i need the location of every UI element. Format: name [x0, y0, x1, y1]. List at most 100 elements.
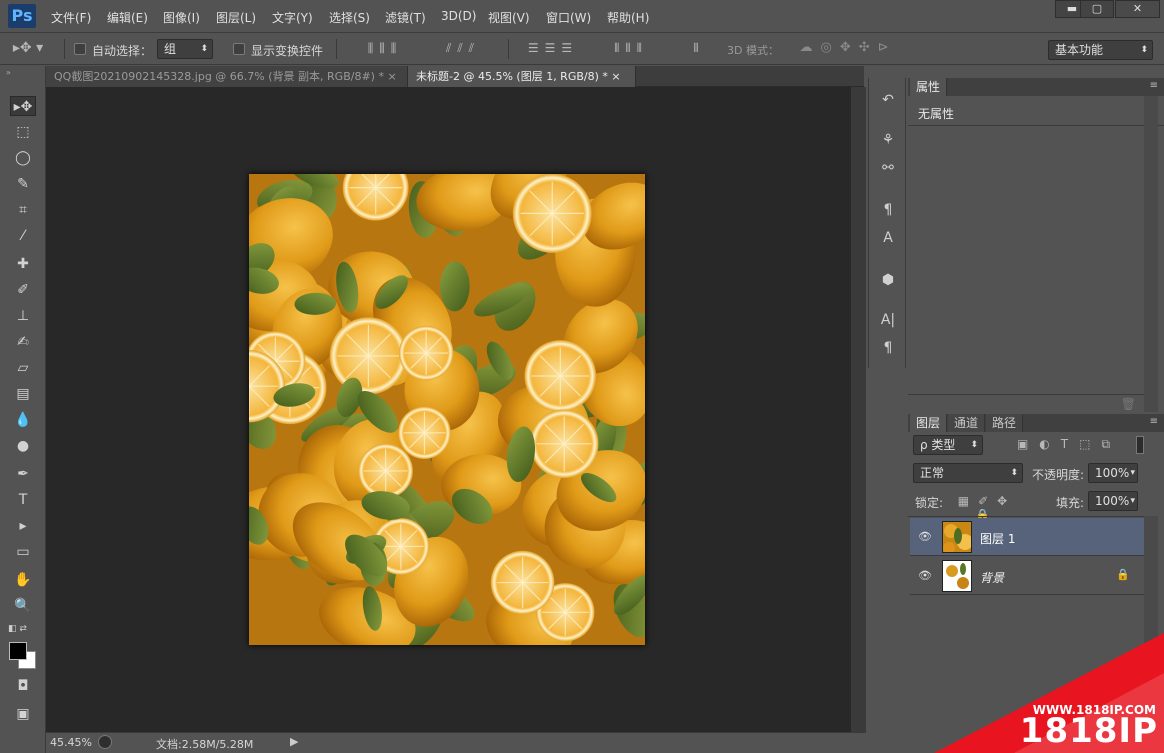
chevron-down-icon[interactable]: ▾: [1130, 464, 1135, 482]
auto-align-icon[interactable]: ⦀: [686, 41, 706, 56]
dodge-tool-icon[interactable]: ●: [10, 436, 36, 456]
quick-mask-icon[interactable]: ◘: [10, 676, 36, 696]
layer-filter-dropdown[interactable]: ρ 类型 ⬍: [913, 435, 983, 455]
zoom-level[interactable]: 45.45%: [50, 736, 92, 749]
menu-select[interactable]: 选择(S): [329, 9, 370, 26]
layer-row-layer1[interactable]: 👁 图层 1: [910, 518, 1144, 556]
lasso-tool-icon[interactable]: ◯: [10, 148, 36, 168]
vertical-scrollbar[interactable]: [851, 87, 866, 732]
distribute-icons[interactable]: ☰☰☰: [518, 41, 588, 55]
status-menu-arrow-icon[interactable]: ▶: [290, 735, 298, 748]
chevron-updown-icon: ⬍: [970, 440, 978, 450]
status-icon[interactable]: [98, 735, 112, 749]
menu-3d[interactable]: 3D(D): [441, 9, 476, 23]
trash-icon[interactable]: 🗑: [1121, 397, 1136, 411]
document-canvas-image[interactable]: [249, 174, 645, 645]
menu-help[interactable]: 帮助(H): [607, 9, 649, 26]
blur-tool-icon[interactable]: 💧: [10, 410, 36, 430]
eraser-tool-icon[interactable]: ▱: [10, 358, 36, 378]
align-vertical-icons[interactable]: ⫽⫽⫽: [428, 41, 498, 56]
blend-mode-dropdown[interactable]: 正常 ⬍: [913, 463, 1023, 483]
close-icon[interactable]: ×: [387, 70, 396, 83]
watermark-brand: 1818IP: [1019, 711, 1158, 751]
gradient-tool-icon[interactable]: ▤: [10, 384, 36, 404]
quick-select-tool-icon[interactable]: ✎: [10, 174, 36, 194]
menu-layer[interactable]: 图层(L): [216, 9, 256, 26]
move-tool-preset-icon[interactable]: ▸✥ ▾: [8, 40, 48, 56]
maximize-button[interactable]: ▢: [1080, 0, 1114, 18]
menu-file[interactable]: 文件(F): [51, 9, 91, 26]
panel-menu-icon[interactable]: ≡: [1150, 416, 1158, 427]
history-brush-tool-icon[interactable]: ✍: [10, 332, 36, 352]
workspace-dropdown[interactable]: 基本功能 ⬍: [1048, 40, 1153, 60]
separator: [336, 39, 337, 59]
crop-tool-icon[interactable]: ⌗: [10, 200, 36, 220]
menu-filter[interactable]: 滤镜(T): [385, 9, 426, 26]
document-tabs: QQ截图20210902145328.jpg @ 66.7% (背景 副本, R…: [46, 66, 864, 87]
layer-name[interactable]: 背景: [980, 569, 1004, 586]
lock-icon: 🔒: [1116, 568, 1130, 581]
layer-row-background[interactable]: 👁 背景 🔒: [910, 557, 1144, 595]
layers-header: 图层 通道 路径 ≡: [908, 414, 1164, 432]
eyedropper-tool-icon[interactable]: ⁄: [10, 226, 36, 246]
layer-name[interactable]: 图层 1: [980, 530, 1015, 547]
opacity-input[interactable]: 100% ▾: [1088, 463, 1138, 483]
tab-untitled-2[interactable]: 未标题-2 @ 45.5% (图层 1, RGB/8) * ×: [408, 66, 636, 87]
distribute-horizontal-icons[interactable]: ⦀⦀⦀: [596, 41, 666, 56]
menu-type[interactable]: 文字(Y): [272, 9, 313, 26]
paragraph-styles-icon[interactable]: ¶: [877, 202, 899, 222]
align-icons[interactable]: ⫼⫼⫼: [350, 41, 420, 56]
history-panel-icon[interactable]: ↶: [877, 92, 899, 112]
tab-qq-screenshot[interactable]: QQ截图20210902145328.jpg @ 66.7% (背景 副本, R…: [46, 66, 408, 87]
healing-brush-tool-icon[interactable]: ✚: [10, 254, 36, 274]
menu-edit[interactable]: 编辑(E): [107, 9, 148, 26]
paragraph-panel-icon[interactable]: ¶: [877, 340, 899, 360]
auto-select-label: 自动选择：: [92, 44, 153, 58]
3d-mode-icons[interactable]: ☁◎✥✣⊳: [788, 40, 908, 55]
foreground-color-swatch[interactable]: [9, 642, 27, 660]
tab-layers[interactable]: 图层: [910, 414, 948, 432]
hand-tool-icon[interactable]: ✋: [10, 570, 36, 590]
tab-channels[interactable]: 通道: [948, 414, 986, 432]
pen-tool-icon[interactable]: ✒: [10, 464, 36, 484]
brush-panel-icon[interactable]: ⚘: [877, 132, 899, 152]
chevron-updown-icon: ⬍: [1010, 468, 1018, 478]
adjustments-panel-icon[interactable]: ⚯: [877, 160, 899, 180]
separator: [508, 39, 509, 59]
fill-input[interactable]: 100% ▾: [1088, 491, 1138, 511]
layer-filter-icons[interactable]: ▣◐T⬚⧉: [1004, 437, 1134, 452]
move-tool-icon[interactable]: ▸✥: [10, 96, 36, 116]
menu-window[interactable]: 窗口(W): [546, 9, 591, 26]
default-colors-icon[interactable]: ◧ ⇄: [8, 624, 27, 634]
properties-scrollbar[interactable]: [1144, 96, 1158, 412]
eye-visibility-icon[interactable]: 👁: [918, 530, 932, 543]
marquee-tool-icon[interactable]: ⬚: [10, 122, 36, 142]
close-icon[interactable]: ×: [611, 70, 620, 83]
layer-filter-label: ρ 类型: [920, 438, 956, 452]
fill-label: 填充:: [1056, 496, 1085, 510]
collapse-arrows-icon[interactable]: »: [6, 68, 11, 77]
tab-paths[interactable]: 路径: [986, 414, 1024, 432]
3d-panel-icon[interactable]: ⬢: [877, 272, 899, 292]
character-panel-icon[interactable]: A|: [877, 312, 899, 332]
screen-mode-icon[interactable]: ▣: [10, 704, 36, 724]
panel-menu-icon[interactable]: ≡: [1150, 80, 1158, 91]
stamp-tool-icon[interactable]: ⊥: [10, 306, 36, 326]
eye-visibility-icon[interactable]: 👁: [918, 569, 932, 582]
tab-properties[interactable]: 属性: [910, 78, 948, 96]
menu-view[interactable]: 视图(V): [488, 9, 530, 26]
path-select-tool-icon[interactable]: ▸: [10, 516, 36, 536]
close-window-button[interactable]: ✕: [1115, 0, 1160, 18]
zoom-tool-icon[interactable]: 🔍: [10, 596, 36, 616]
filter-toggle[interactable]: [1136, 436, 1144, 454]
3d-mode-label: 3D 模式：: [727, 44, 779, 57]
rectangle-tool-icon[interactable]: ▭: [10, 542, 36, 562]
menu-image[interactable]: 图像(I): [163, 9, 200, 26]
show-transform-checkbox[interactable]: [233, 43, 245, 55]
auto-select-dropdown[interactable]: 组 ⬍: [157, 39, 213, 59]
character-styles-icon[interactable]: A: [877, 230, 899, 250]
brush-tool-icon[interactable]: ✐: [10, 280, 36, 300]
auto-select-checkbox[interactable]: [74, 43, 86, 55]
type-tool-icon[interactable]: T: [10, 490, 36, 510]
chevron-down-icon[interactable]: ▾: [1130, 492, 1135, 510]
